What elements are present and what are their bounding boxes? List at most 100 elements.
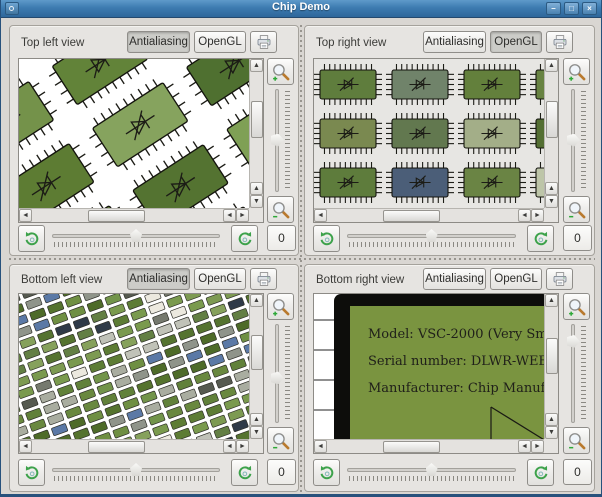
opengl-button[interactable]: OpenGL [194, 31, 246, 53]
horizontal-scrollbar[interactable]: ◄ ◄ ► [314, 439, 544, 453]
scroll-right-button[interactable]: ► [531, 440, 544, 453]
graphics-view[interactable]: Model: VSC-2000 (Very Small Chip) at 9 Se… [313, 293, 559, 454]
antialiasing-button[interactable]: Antialiasing [423, 31, 486, 53]
graphics-view[interactable]: ▲ ▲ ▼ ◄ ◄ ► [18, 293, 264, 454]
print-button[interactable] [546, 31, 573, 53]
slider-handle[interactable] [567, 133, 580, 147]
rotate-left-button[interactable] [313, 225, 340, 252]
zoom-slider[interactable] [566, 89, 588, 192]
titlebar[interactable]: Chip Demo – □ × [1, 0, 601, 18]
zoom-slider[interactable] [270, 324, 292, 423]
horizontal-scrollbar[interactable]: ◄ ◄ ► [19, 208, 249, 222]
scrollbar-thumb[interactable] [382, 209, 440, 222]
scroll-down-button[interactable]: ▼ [545, 195, 558, 208]
graphics-view[interactable]: ▲ ▲ ▼ ◄ ◄ ► [313, 58, 559, 223]
zoom-out-button[interactable] [563, 196, 590, 223]
rotation-slider[interactable] [52, 227, 220, 251]
rotate-right-button[interactable] [231, 459, 258, 486]
rotate-right-button[interactable] [527, 459, 554, 486]
slider-handle[interactable] [271, 371, 284, 385]
rotation-slider[interactable] [52, 461, 220, 485]
vertical-scrollbar[interactable]: ▲ ▲ ▼ [249, 59, 263, 208]
zoom-slider[interactable] [270, 89, 292, 192]
slider-handle[interactable] [271, 133, 284, 147]
scroll-down-button[interactable]: ▼ [250, 195, 263, 208]
chips-scene[interactable] [314, 59, 544, 208]
splitter-horizontal[interactable] [9, 258, 595, 260]
scroll-right-button[interactable]: ► [531, 209, 544, 222]
opengl-button[interactable]: OpenGL [194, 268, 246, 290]
scrollbar-thumb[interactable] [545, 338, 558, 374]
scroll-left-button[interactable]: ◄ [223, 209, 236, 222]
horizontal-scrollbar[interactable]: ◄ ◄ ► [314, 208, 544, 222]
scroll-up-button[interactable]: ▲ [545, 413, 558, 426]
zoom-in-button[interactable] [267, 58, 294, 85]
zoom-slider[interactable] [566, 324, 588, 423]
print-button[interactable] [546, 268, 573, 290]
scroll-left-button[interactable]: ◄ [518, 209, 531, 222]
zoom-in-button[interactable] [267, 293, 294, 320]
scroll-up-button[interactable]: ▲ [250, 294, 263, 307]
chips-scene[interactable] [19, 294, 249, 439]
scroll-up-button[interactable]: ▲ [545, 294, 558, 307]
zoom-out-button[interactable] [563, 427, 590, 454]
zoom-in-button[interactable] [563, 58, 590, 85]
scrollbar-thumb[interactable] [250, 334, 263, 371]
print-button[interactable] [250, 31, 277, 53]
antialiasing-button[interactable]: Antialiasing [127, 31, 190, 53]
graphics-view[interactable]: ▲ ▲ ▼ ◄ ◄ ► [18, 58, 264, 223]
close-button[interactable]: × [582, 2, 597, 15]
minimize-button[interactable]: – [546, 2, 561, 15]
rotate-left-button[interactable] [18, 225, 45, 252]
scroll-up-button[interactable]: ▲ [545, 59, 558, 72]
slider-handle[interactable] [130, 463, 142, 476]
splitter-vertical[interactable] [300, 25, 302, 492]
scrollbar-thumb[interactable] [545, 100, 558, 138]
chips-scene[interactable]: Model: VSC-2000 (Very Small Chip) at 9 Se… [314, 294, 544, 439]
slider-handle[interactable] [425, 229, 438, 242]
zoom-out-button[interactable] [267, 196, 294, 223]
rotation-slider[interactable] [347, 227, 516, 251]
rotate-left-button[interactable] [313, 459, 340, 486]
horizontal-scrollbar[interactable]: ◄ ◄ ► [19, 439, 249, 453]
scroll-down-button[interactable]: ▼ [545, 426, 558, 439]
rotate-right-button[interactable] [527, 225, 554, 252]
vertical-scrollbar[interactable]: ▲ ▲ ▼ [544, 294, 558, 439]
scroll-up-button[interactable]: ▲ [545, 182, 558, 195]
scroll-up-button[interactable]: ▲ [250, 182, 263, 195]
scroll-left-button[interactable]: ◄ [19, 209, 32, 222]
rotation-slider[interactable] [347, 461, 516, 485]
slider-handle[interactable] [425, 463, 438, 476]
scroll-up-button[interactable]: ▲ [250, 413, 263, 426]
scroll-left-button[interactable]: ◄ [223, 440, 236, 453]
scrollbar-thumb[interactable] [87, 209, 145, 222]
slider-handle[interactable] [567, 334, 580, 348]
scroll-left-button[interactable]: ◄ [314, 209, 327, 222]
scrollbar-thumb[interactable] [87, 440, 145, 453]
maximize-button[interactable]: □ [564, 2, 579, 15]
scroll-up-button[interactable]: ▲ [250, 59, 263, 72]
zoom-out-button[interactable] [267, 427, 294, 454]
panel-top-left-view: Top left view Antialiasing OpenGL ▲ ▲ ▼ ◄ ◄ ► 0 [9, 25, 299, 256]
rotation-value: 0 [267, 459, 296, 485]
slider-handle[interactable] [130, 229, 142, 242]
opengl-button[interactable]: OpenGL [490, 268, 542, 290]
scroll-right-button[interactable]: ► [236, 440, 249, 453]
opengl-button[interactable]: OpenGL [490, 31, 542, 53]
scrollbar-thumb[interactable] [250, 100, 263, 138]
scroll-left-button[interactable]: ◄ [19, 440, 32, 453]
antialiasing-button[interactable]: Antialiasing [127, 268, 190, 290]
scroll-left-button[interactable]: ◄ [314, 440, 327, 453]
chips-scene[interactable] [19, 59, 249, 208]
zoom-in-button[interactable] [563, 293, 590, 320]
print-button[interactable] [250, 268, 277, 290]
scroll-left-button[interactable]: ◄ [518, 440, 531, 453]
rotate-right-button[interactable] [231, 225, 258, 252]
vertical-scrollbar[interactable]: ▲ ▲ ▼ [544, 59, 558, 208]
scrollbar-thumb[interactable] [382, 440, 440, 453]
scroll-right-button[interactable]: ► [236, 209, 249, 222]
vertical-scrollbar[interactable]: ▲ ▲ ▼ [249, 294, 263, 439]
scroll-down-button[interactable]: ▼ [250, 426, 263, 439]
rotate-left-button[interactable] [18, 459, 45, 486]
antialiasing-button[interactable]: Antialiasing [423, 268, 486, 290]
